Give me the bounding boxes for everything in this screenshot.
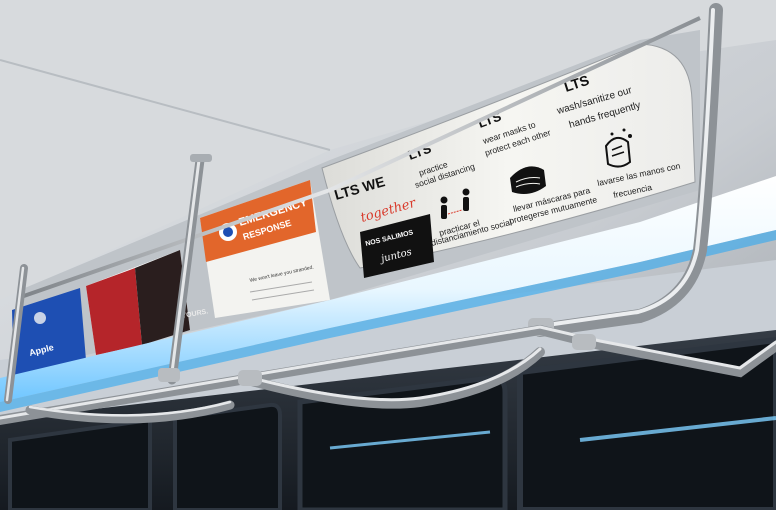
bus-interior-photo: Apple YOURS. EMERGENCY RESPONSE We won't… (0, 0, 776, 510)
window-4 (517, 336, 776, 510)
window-2 (173, 402, 282, 510)
bus-interior-illustration: Apple YOURS. EMERGENCY RESPONSE We won't… (0, 0, 776, 510)
